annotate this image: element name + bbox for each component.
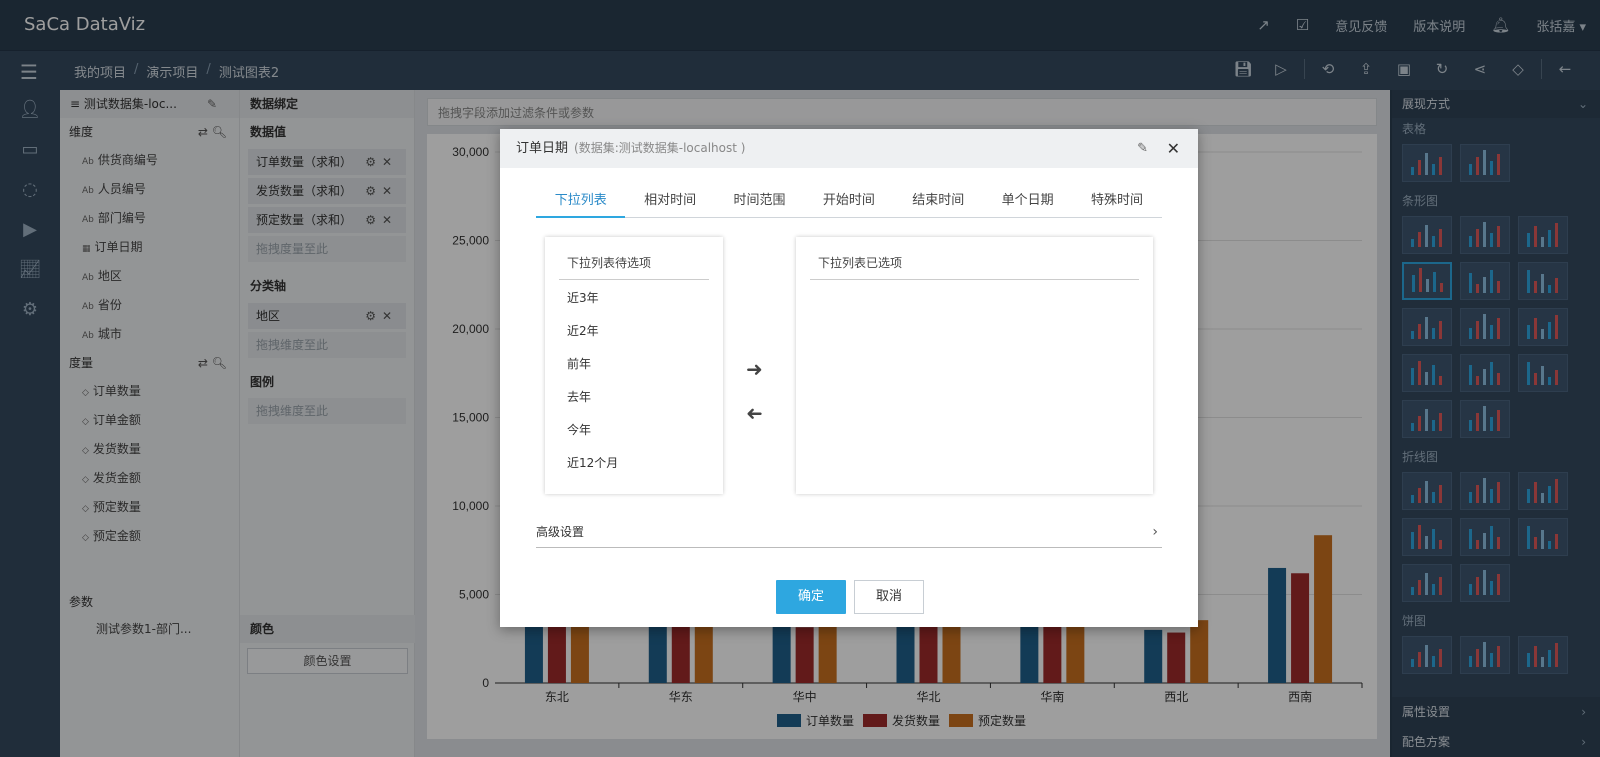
list-item[interactable]: 今年	[545, 414, 723, 447]
available-list-title: 下拉列表待选项	[559, 251, 709, 280]
chevron-right-icon: ›	[1152, 524, 1158, 540]
confirm-button[interactable]: 确定	[776, 580, 846, 614]
date-filter-dialog: 订单日期 (数据集:测试数据集-localhost ) ✎ ✕ 下拉列表 相对时间时…	[500, 129, 1198, 627]
move-right-icon[interactable]: ➜	[746, 357, 763, 381]
list-item[interactable]: 近3年	[545, 282, 723, 315]
list-item[interactable]: 近2年	[545, 315, 723, 348]
tab-1[interactable]: 相对时间	[625, 188, 714, 218]
list-item[interactable]: 前年	[545, 348, 723, 381]
dialog-subtitle: (数据集:测试数据集-localhost )	[574, 141, 746, 155]
list-item[interactable]: 去年	[545, 381, 723, 414]
tab-0[interactable]: 下拉列表	[536, 188, 626, 218]
selected-list: 下拉列表已选项	[796, 237, 1153, 494]
tab-4[interactable]: 结束时间	[894, 188, 983, 218]
tab-2[interactable]: 时间范围	[715, 188, 804, 218]
cancel-button[interactable]: 取消	[854, 580, 924, 614]
edit-icon[interactable]: ✎	[1137, 129, 1148, 168]
dialog-title: 订单日期	[516, 141, 569, 156]
list-item[interactable]: 近12个月	[545, 447, 723, 480]
selected-list-title: 下拉列表已选项	[810, 251, 1139, 280]
advanced-settings[interactable]: 高级设置 ›	[536, 520, 1162, 548]
close-icon[interactable]: ✕	[1167, 129, 1180, 168]
available-items: 近3年 近2年 前年 去年 今年 近12个月	[545, 282, 723, 480]
dialog-tabs: 下拉列表 相对时间 时间范围 开始时间 结束时间 单个日期 特殊时间	[536, 188, 1162, 218]
tab-5[interactable]: 单个日期	[983, 188, 1072, 218]
tab-3[interactable]: 开始时间	[804, 188, 893, 218]
advanced-settings-label: 高级设置	[536, 525, 585, 539]
dialog-header: 订单日期 (数据集:测试数据集-localhost ) ✎ ✕	[500, 129, 1198, 168]
tab-6[interactable]: 特殊时间	[1072, 188, 1161, 218]
app-root: SaCa DataViz ↗ ☑ 意见反馈 版本说明 🔔︎ 张括嘉 ▾ ☰ 我的…	[0, 0, 1600, 757]
available-list: 下拉列表待选项 近3年 近2年 前年 去年 今年 近12个月	[545, 237, 723, 494]
move-left-icon[interactable]: ➜	[746, 401, 763, 425]
